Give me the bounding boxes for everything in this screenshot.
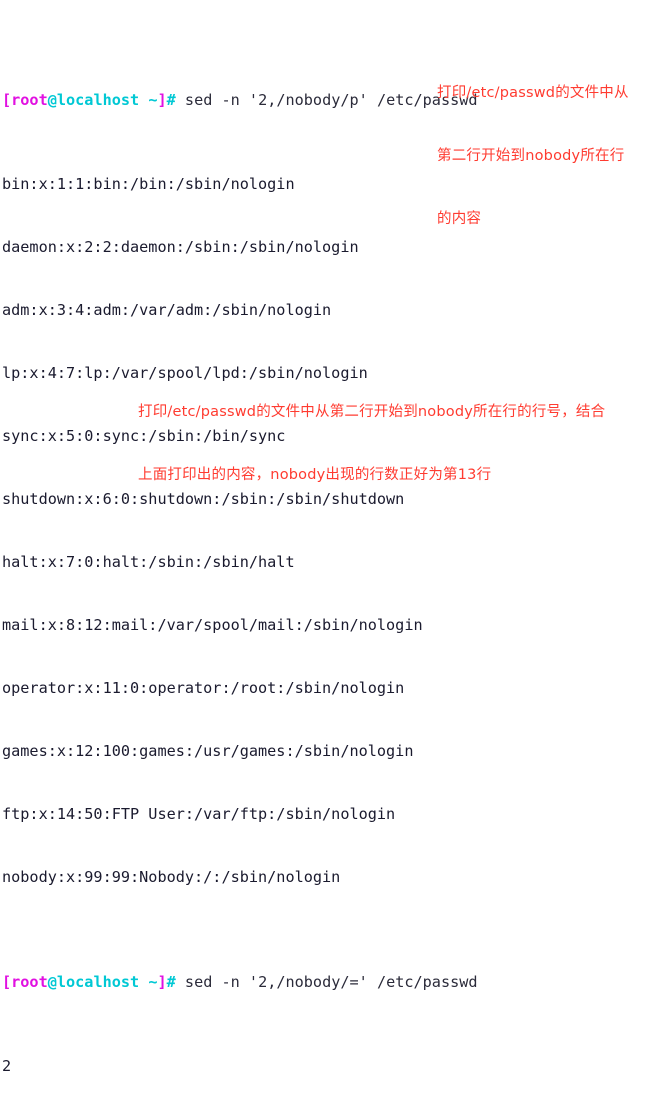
prompt-close-bracket: ] (157, 91, 167, 109)
annotation-sed-print-range: 打印/etc/passwd的文件中从 第二行开始到nobody所在行 的内容 (437, 41, 629, 272)
annotation-line: 上面打印出的内容，nobody出现的行数正好为第13行 (138, 467, 492, 483)
prompt-hash: # (166, 973, 176, 991)
annotation-line: 打印/etc/passwd的文件中从第二行开始到nobody所在行的行号，结合 (138, 404, 606, 420)
prompt-at-symbol: @ (47, 91, 57, 109)
prompt-path: ~ (139, 91, 158, 109)
output-line: adm:x:3:4:adm:/var/adm:/sbin/nologin (2, 301, 332, 319)
command-line-2[interactable]: [root@localhost ~]# sed -n '2,/nobody/='… (0, 972, 658, 993)
output-line: ftp:x:14:50:FTP User:/var/ftp:/sbin/nolo… (2, 805, 396, 823)
output-line: nobody:x:99:99:Nobody:/:/sbin/nologin (2, 868, 341, 886)
annotation-sed-print-linenumbers: 打印/etc/passwd的文件中从第二行开始到nobody所在行的行号，结合 … (138, 360, 605, 528)
prompt-at-symbol: @ (47, 973, 57, 991)
prompt-path: ~ (139, 973, 158, 991)
output-line: games:x:12:100:games:/usr/games:/sbin/no… (2, 742, 414, 760)
prompt-user: [root (2, 973, 48, 991)
output-line: 2 (2, 1057, 12, 1075)
prompt-user: [root (2, 91, 48, 109)
prompt-hash: # (166, 91, 176, 109)
prompt-hostname: localhost (56, 973, 140, 991)
prompt-hostname: localhost (56, 91, 140, 109)
terminal-window[interactable]: [root@localhost ~]# [root@localhost ~]# … (0, 0, 658, 1075)
annotation-line: 打印/etc/passwd的文件中从 (437, 85, 629, 101)
command-text-1: sed -n '2,/nobody/p' /etc/passwd (175, 91, 478, 109)
output-line: halt:x:7:0:halt:/sbin:/sbin/halt (2, 553, 295, 571)
output-line: operator:x:11:0:operator:/root:/sbin/nol… (2, 679, 405, 697)
prompt-close-bracket: ] (157, 973, 167, 991)
output-line: mail:x:8:12:mail:/var/spool/mail:/sbin/n… (2, 616, 423, 634)
annotation-line: 第二行开始到nobody所在行 (437, 148, 625, 164)
command-text-2: sed -n '2,/nobody/=' /etc/passwd (175, 973, 478, 991)
annotation-line: 的内容 (437, 211, 482, 227)
